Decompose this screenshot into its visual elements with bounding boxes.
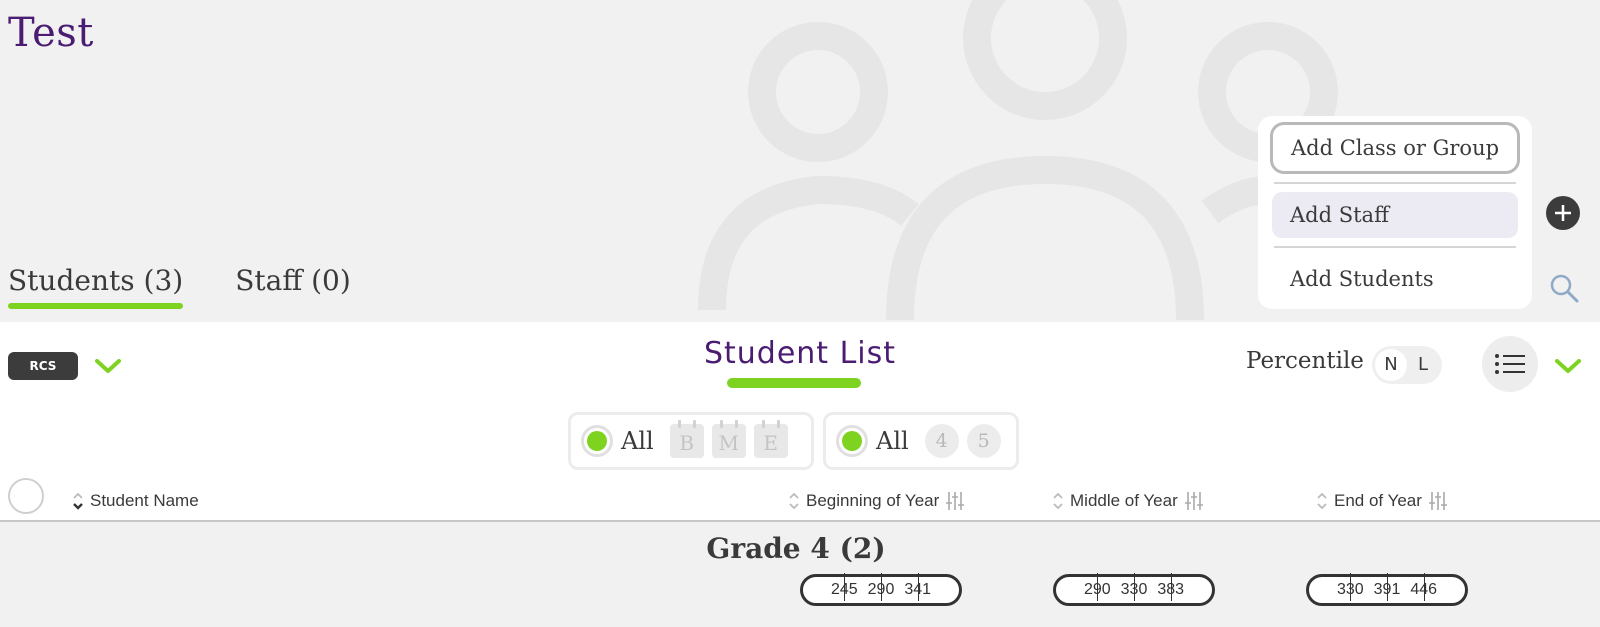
filter-sliders-icon[interactable] bbox=[945, 491, 965, 511]
range-high: 341 bbox=[904, 573, 932, 601]
period-all-label: All bbox=[621, 427, 654, 455]
range-mid: 290 bbox=[867, 573, 895, 601]
norm-option-l[interactable]: L bbox=[1407, 349, 1439, 381]
add-staff-item[interactable]: Add Staff bbox=[1272, 192, 1518, 238]
column-label: Student Name bbox=[90, 491, 199, 510]
period-middle-chip[interactable]: M bbox=[711, 420, 746, 458]
range-mid: 391 bbox=[1373, 573, 1401, 601]
column-label: Middle of Year bbox=[1070, 491, 1178, 510]
column-end-of-year[interactable]: End of Year bbox=[1316, 490, 1448, 512]
norm-option-n[interactable]: N bbox=[1375, 349, 1407, 381]
grade-5-chip[interactable]: 5 bbox=[966, 424, 1001, 458]
end-of-year-range: 330 391 446 bbox=[1306, 573, 1468, 606]
period-filter: All B M E bbox=[568, 412, 814, 470]
list-view-button[interactable] bbox=[1482, 336, 1538, 392]
range-low: 245 bbox=[830, 573, 858, 601]
sort-icon bbox=[1053, 492, 1063, 510]
search-icon bbox=[1550, 274, 1579, 303]
page-title: Test bbox=[8, 10, 94, 56]
column-middle-of-year[interactable]: Middle of Year bbox=[1052, 490, 1204, 512]
period-all-radio[interactable] bbox=[581, 425, 613, 457]
search-button[interactable] bbox=[1548, 272, 1580, 304]
grade-filter: All 4 5 bbox=[823, 412, 1019, 470]
add-button[interactable] bbox=[1546, 196, 1580, 230]
add-students-item[interactable]: Add Students bbox=[1272, 256, 1518, 302]
table-header: Student Name Beginning of Year Middle of… bbox=[0, 476, 1600, 522]
menu-divider bbox=[1274, 246, 1516, 248]
period-end-chip[interactable]: E bbox=[753, 420, 788, 458]
add-class-or-group-item[interactable]: Add Class or Group bbox=[1270, 122, 1520, 174]
percentile-label: Percentile bbox=[1246, 348, 1364, 374]
range-mid: 330 bbox=[1120, 573, 1148, 601]
middle-of-year-range: 290 330 383 bbox=[1053, 573, 1215, 606]
student-list-toolbar: RCS Student List Percentile N L bbox=[0, 322, 1600, 412]
add-menu-dropdown: Add Class or Group Add Staff Add Student… bbox=[1258, 116, 1532, 309]
page-header: Test Students (3) Staff (0) Add Class or… bbox=[0, 0, 1600, 322]
column-student-name[interactable]: Student Name bbox=[72, 490, 199, 512]
column-label: End of Year bbox=[1334, 491, 1422, 510]
norm-toggle: N L bbox=[1372, 346, 1442, 384]
filter-sliders-icon[interactable] bbox=[1428, 491, 1448, 511]
beginning-of-year-range: 245 290 341 bbox=[800, 573, 962, 606]
title-underline bbox=[727, 378, 861, 388]
grade-title[interactable]: Grade 4 (2) bbox=[0, 532, 1592, 565]
sort-icon bbox=[73, 492, 83, 510]
grade-4-chip[interactable]: 4 bbox=[924, 424, 959, 458]
chevron-down-icon[interactable] bbox=[1554, 356, 1582, 376]
range-high: 383 bbox=[1157, 573, 1185, 601]
tab-bar: Students (3) Staff (0) bbox=[8, 264, 351, 309]
menu-divider bbox=[1274, 182, 1516, 184]
plus-icon bbox=[1555, 205, 1571, 221]
sort-icon bbox=[1317, 492, 1327, 510]
list-view-icon bbox=[1495, 354, 1525, 374]
column-beginning-of-year[interactable]: Beginning of Year bbox=[788, 490, 965, 512]
period-beginning-chip[interactable]: B bbox=[669, 420, 704, 458]
tab-students[interactable]: Students (3) bbox=[8, 264, 184, 309]
grade-all-label: All bbox=[876, 427, 909, 455]
range-low: 330 bbox=[1336, 573, 1364, 601]
sort-icon bbox=[789, 492, 799, 510]
tab-staff[interactable]: Staff (0) bbox=[235, 264, 351, 307]
filter-sliders-icon[interactable] bbox=[1184, 491, 1204, 511]
column-label: Beginning of Year bbox=[806, 491, 940, 510]
range-high: 446 bbox=[1410, 573, 1438, 601]
select-all-checkbox[interactable] bbox=[8, 478, 44, 514]
grade-all-radio[interactable] bbox=[836, 425, 868, 457]
range-low: 290 bbox=[1083, 573, 1111, 601]
grade-group: Grade 4 (2) 245 290 341 290 330 383 330 … bbox=[0, 522, 1600, 627]
